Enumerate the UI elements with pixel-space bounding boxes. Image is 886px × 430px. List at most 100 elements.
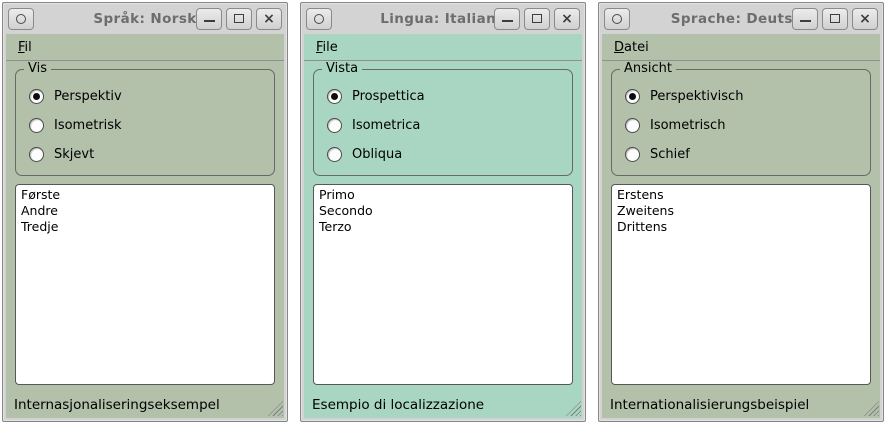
radio-label: Obliqua: [352, 147, 402, 162]
window-menu-button[interactable]: [306, 8, 332, 30]
close-button[interactable]: ×: [852, 8, 878, 30]
radio-icon[interactable]: [327, 147, 342, 162]
groupbox-label: Ansicht: [620, 61, 676, 76]
window-controls: ×: [196, 8, 282, 30]
menu-file[interactable]: Fil: [18, 40, 32, 55]
listbox[interactable]: Erstens Zweitens Drittens: [611, 184, 871, 385]
radio-icon[interactable]: [625, 89, 640, 104]
maximize-icon: [234, 14, 244, 23]
window-controls: ×: [494, 8, 580, 30]
list-item[interactable]: Zweitens: [612, 203, 870, 219]
window-norsk: Språk: Norsk × Fil Vis Perspektiv: [2, 2, 288, 422]
radio-option-oblique[interactable]: Skjevt: [29, 147, 264, 162]
window-body: File Vista Prospettica Isometrica Obl: [304, 34, 582, 418]
radio-option-perspective[interactable]: Perspektivisch: [625, 89, 860, 104]
close-icon: ×: [561, 12, 573, 26]
listbox[interactable]: Første Andre Tredje: [15, 184, 275, 385]
statusbar: Internasjonaliseringseksempel: [6, 391, 284, 418]
list-item[interactable]: Andre: [16, 203, 274, 219]
status-text: Internasjonaliseringseksempel: [14, 397, 220, 413]
list-item[interactable]: Secondo: [314, 203, 572, 219]
content: Vista Prospettica Isometrica Obliqua: [304, 61, 582, 391]
menu-file[interactable]: File: [316, 40, 338, 55]
titlebar[interactable]: Lingua: Italiano ×: [304, 3, 582, 34]
minimize-button[interactable]: [792, 8, 818, 30]
radio-icon[interactable]: [625, 147, 640, 162]
statusbar: Esempio di localizzazione: [304, 391, 582, 418]
groupbox-label: Vis: [24, 61, 51, 76]
radio-icon[interactable]: [327, 118, 342, 133]
groupbox-label: Vista: [322, 61, 362, 76]
window-deutsch: Sprache: Deutsch × Datei Ansicht Perspek…: [598, 2, 884, 422]
radio-label: Isometrisch: [650, 118, 725, 133]
titlebar[interactable]: Sprache: Deutsch ×: [602, 3, 880, 34]
menubar: File: [304, 34, 582, 61]
status-text: Internationalisierungsbeispiel: [610, 397, 809, 413]
radio-label: Isometrica: [352, 118, 420, 133]
window-body: Fil Vis Perspektiv Isometrisk Skjevt: [6, 34, 284, 418]
window-menu-icon: [612, 14, 622, 24]
radio-label: Prospettica: [352, 89, 425, 104]
minimize-icon: [502, 15, 513, 22]
minimize-icon: [204, 15, 215, 22]
radio-label: Isometrisk: [54, 118, 122, 133]
menubar: Datei: [602, 34, 880, 61]
radio-label: Perspektivisch: [650, 89, 743, 104]
menu-file[interactable]: Datei: [614, 40, 649, 55]
close-button[interactable]: ×: [256, 8, 282, 30]
menubar: Fil: [6, 34, 284, 61]
close-icon: ×: [859, 12, 871, 26]
radio-label: Schief: [650, 147, 690, 162]
statusbar: Internationalisierungsbeispiel: [602, 391, 880, 418]
radio-icon[interactable]: [625, 118, 640, 133]
resize-grip-icon[interactable]: [566, 401, 581, 416]
content: Ansicht Perspektivisch Isometrisch Schie…: [602, 61, 880, 391]
list-item[interactable]: Erstens: [612, 187, 870, 203]
window-menu-icon: [16, 14, 26, 24]
radio-icon[interactable]: [327, 89, 342, 104]
list-item[interactable]: Drittens: [612, 219, 870, 235]
maximize-button[interactable]: [226, 8, 252, 30]
radio-option-oblique[interactable]: Schief: [625, 147, 860, 162]
list-item[interactable]: Primo: [314, 187, 572, 203]
minimize-icon: [800, 15, 811, 22]
maximize-icon: [830, 14, 840, 23]
resize-grip-icon[interactable]: [864, 401, 879, 416]
close-icon: ×: [263, 12, 275, 26]
radio-label: Perspektiv: [54, 89, 122, 104]
maximize-icon: [532, 14, 542, 23]
radio-icon[interactable]: [29, 118, 44, 133]
radio-option-isometric[interactable]: Isometrisch: [625, 118, 860, 133]
view-groupbox: Vis Perspektiv Isometrisk Skjevt: [15, 69, 275, 176]
desktop: Språk: Norsk × Fil Vis Perspektiv: [0, 0, 886, 424]
list-item[interactable]: Tredje: [16, 219, 274, 235]
list-item[interactable]: Terzo: [314, 219, 572, 235]
radio-icon[interactable]: [29, 147, 44, 162]
view-groupbox: Vista Prospettica Isometrica Obliqua: [313, 69, 573, 176]
minimize-button[interactable]: [494, 8, 520, 30]
view-groupbox: Ansicht Perspektivisch Isometrisch Schie…: [611, 69, 871, 176]
window-menu-icon: [314, 14, 324, 24]
window-italiano: Lingua: Italiano × File Vista Prospettic…: [300, 2, 586, 422]
radio-option-isometric[interactable]: Isometrica: [327, 118, 562, 133]
window-menu-button[interactable]: [604, 8, 630, 30]
resize-grip-icon[interactable]: [268, 401, 283, 416]
window-controls: ×: [792, 8, 878, 30]
maximize-button[interactable]: [822, 8, 848, 30]
window-body: Datei Ansicht Perspektivisch Isometrisch: [602, 34, 880, 418]
radio-icon[interactable]: [29, 89, 44, 104]
radio-option-perspective[interactable]: Prospettica: [327, 89, 562, 104]
titlebar[interactable]: Språk: Norsk ×: [6, 3, 284, 34]
radio-option-perspective[interactable]: Perspektiv: [29, 89, 264, 104]
content: Vis Perspektiv Isometrisk Skjevt: [6, 61, 284, 391]
window-menu-button[interactable]: [8, 8, 34, 30]
radio-label: Skjevt: [54, 147, 94, 162]
maximize-button[interactable]: [524, 8, 550, 30]
minimize-button[interactable]: [196, 8, 222, 30]
listbox[interactable]: Primo Secondo Terzo: [313, 184, 573, 385]
status-text: Esempio di localizzazione: [312, 397, 484, 413]
radio-option-oblique[interactable]: Obliqua: [327, 147, 562, 162]
close-button[interactable]: ×: [554, 8, 580, 30]
radio-option-isometric[interactable]: Isometrisk: [29, 118, 264, 133]
list-item[interactable]: Første: [16, 187, 274, 203]
